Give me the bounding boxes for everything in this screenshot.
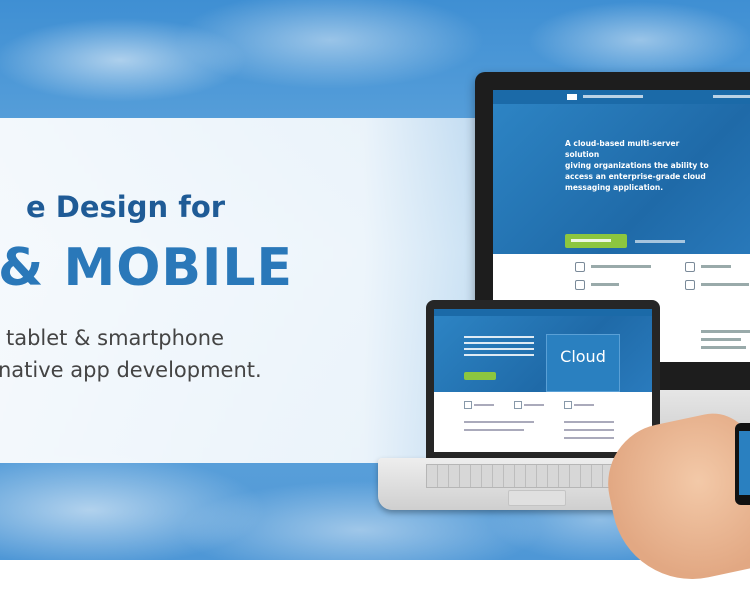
content-text bbox=[564, 421, 614, 423]
feature-text bbox=[591, 265, 651, 268]
feature-icon bbox=[575, 262, 585, 272]
feature-icon bbox=[514, 401, 522, 409]
monitor-site-nav-right bbox=[713, 95, 750, 98]
headline-line-2: & MOBILE bbox=[0, 238, 294, 298]
feature-text bbox=[591, 283, 619, 286]
feature-icon bbox=[464, 401, 472, 409]
footer-text bbox=[701, 330, 750, 333]
feature-icon bbox=[564, 401, 572, 409]
laptop-signup-button bbox=[464, 372, 496, 380]
content-text bbox=[564, 437, 614, 439]
cloud-graphic: Cloud bbox=[546, 334, 620, 392]
content-text bbox=[564, 429, 614, 431]
smartphone-screen bbox=[739, 431, 750, 495]
laptop: Cloud bbox=[426, 300, 660, 460]
content-text bbox=[464, 421, 534, 423]
monitor-signup-label bbox=[571, 239, 611, 242]
monitor-site-header bbox=[493, 90, 750, 104]
feature-icon bbox=[575, 280, 585, 290]
cloud-label: Cloud bbox=[560, 347, 606, 366]
footer-text bbox=[701, 338, 741, 341]
feature-text bbox=[701, 265, 731, 268]
content-text bbox=[464, 429, 524, 431]
feature-icon bbox=[685, 262, 695, 272]
laptop-site-hero: Cloud bbox=[434, 316, 652, 392]
smartphone bbox=[735, 423, 750, 505]
subheading-line-1: tablet & smartphone bbox=[6, 326, 224, 350]
feature-text bbox=[701, 283, 749, 286]
footer-text bbox=[701, 346, 746, 349]
feature-text bbox=[524, 404, 544, 406]
monitor-site-logo bbox=[567, 94, 577, 100]
monitor-signup-button bbox=[565, 234, 627, 248]
feature-text bbox=[574, 404, 594, 406]
feature-text bbox=[474, 404, 494, 406]
laptop-screen: Cloud bbox=[434, 309, 652, 452]
monitor-site-hero: A cloud-based multi-server solution givi… bbox=[493, 104, 750, 254]
laptop-hero-text bbox=[464, 336, 534, 360]
monitor-hero-text: A cloud-based multi-server solution givi… bbox=[565, 139, 709, 192]
laptop-site-header bbox=[434, 309, 652, 316]
feature-icon bbox=[685, 280, 695, 290]
subheading-line-2: native app development. bbox=[0, 358, 262, 382]
monitor-site-nav bbox=[583, 95, 643, 98]
laptop-trackpad bbox=[508, 490, 566, 506]
monitor-learn-link bbox=[635, 240, 685, 243]
headline-line-1: e Design for bbox=[26, 190, 226, 224]
